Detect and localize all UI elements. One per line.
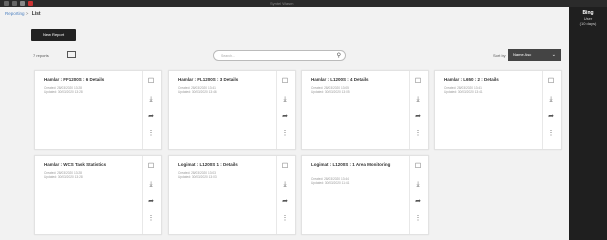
search-icon[interactable]: ⚲ <box>337 52 341 60</box>
edit-icon[interactable]: ☐ <box>278 78 292 86</box>
new-report-button[interactable]: New Report <box>31 29 76 41</box>
edit-icon[interactable]: ☐ <box>144 163 158 171</box>
more-icon[interactable]: ⋮ <box>144 130 158 138</box>
report-updated: Updated: 30/03/2020 13:46 <box>178 90 217 94</box>
card-divider <box>142 156 143 234</box>
report-title[interactable]: Hamlar : L1200S : 4 Details <box>311 77 406 83</box>
share-icon[interactable]: ➦ <box>278 113 292 121</box>
report-card[interactable]: Logimat : L1200S : 1 Area Monitoring Crea… <box>301 155 429 235</box>
report-title[interactable]: Hamlar : WCS Task Statistics <box>44 162 139 168</box>
chevron-down-icon: ⌄ <box>551 52 556 58</box>
app-icon <box>28 1 33 6</box>
report-title[interactable]: Logimat : L1200S : 1 Area Monitoring <box>311 162 406 168</box>
card-divider <box>542 71 543 149</box>
report-updated: Updated: 30/03/2020 13:03 <box>178 175 217 179</box>
report-card[interactable]: Hamlar : L650 : 2 : Details Created: 28/0… <box>434 70 562 150</box>
more-icon[interactable]: ⋮ <box>544 130 558 138</box>
download-icon[interactable]: ⤓ <box>144 96 158 104</box>
report-updated: Updated: 30/03/2020 11:41 <box>311 181 350 185</box>
download-icon[interactable]: ⤓ <box>278 181 292 189</box>
report-count: 7 reports <box>33 53 49 58</box>
user-panel[interactable]: Bing User (10 days) <box>571 8 605 32</box>
download-icon[interactable]: ⤓ <box>144 181 158 189</box>
sort-select[interactable]: Name Asc ⌄ <box>508 49 561 61</box>
share-icon[interactable]: ➦ <box>278 198 292 206</box>
report-updated: Updated: 30/03/2020 13:28 <box>44 175 83 179</box>
edit-icon[interactable]: ☐ <box>411 163 425 171</box>
breadcrumb-separator: > <box>25 11 29 16</box>
window-titlebar: Syntel Wasm <box>0 0 569 7</box>
edit-icon[interactable]: ☐ <box>278 163 292 171</box>
user-line2: (10 days) <box>579 21 597 26</box>
card-divider <box>409 156 410 234</box>
edit-icon[interactable]: ☐ <box>144 78 158 86</box>
share-icon[interactable]: ➦ <box>144 113 158 121</box>
report-updated: Updated: 30/03/2020 13:41 <box>444 90 483 94</box>
report-card[interactable]: Hamlar : FL1200S : 3 Details Created: 28/… <box>168 70 296 150</box>
download-icon[interactable]: ⤓ <box>411 181 425 189</box>
download-icon[interactable]: ⤓ <box>544 96 558 104</box>
search-input[interactable]: Search... ⚲ <box>213 50 346 61</box>
share-icon[interactable]: ➦ <box>411 198 425 206</box>
edit-icon[interactable]: ☐ <box>411 78 425 86</box>
report-title[interactable]: Hamlar : L650 : 2 : Details <box>444 77 539 83</box>
rightbar-top <box>569 0 607 7</box>
more-icon[interactable]: ⋮ <box>278 215 292 223</box>
report-card[interactable]: Hamlar : L1200S : 4 Details Created: 28/0… <box>301 70 429 150</box>
edit-icon[interactable]: ☐ <box>544 78 558 86</box>
more-icon[interactable]: ⋮ <box>144 215 158 223</box>
back-icon[interactable] <box>4 1 9 6</box>
card-divider <box>276 156 277 234</box>
report-card[interactable]: Hamlar : FF1200S : 6 Details Created: 28/… <box>34 70 162 150</box>
right-sidebar: Bing User (10 days) <box>569 0 607 240</box>
report-updated: Updated: 30/03/2020 13:28 <box>44 90 83 94</box>
page-title: List <box>31 11 41 17</box>
card-divider <box>409 71 410 149</box>
window-title: Syntel Wasm <box>270 1 294 6</box>
grid-icon[interactable] <box>20 1 25 6</box>
more-icon[interactable]: ⋮ <box>278 130 292 138</box>
report-updated: Updated: 30/03/2020 13:05 <box>311 90 350 94</box>
breadcrumb: Reporting > List <box>5 11 41 17</box>
report-card[interactable]: Logimat : L1200S 1 : Details Created: 28/… <box>168 155 296 235</box>
breadcrumb-reporting[interactable]: Reporting <box>5 11 25 16</box>
forward-icon[interactable] <box>12 1 17 6</box>
view-toggle-icon[interactable] <box>67 51 76 58</box>
download-icon[interactable]: ⤓ <box>278 96 292 104</box>
sort-label: Sort by <box>493 53 506 58</box>
search-placeholder: Search... <box>221 54 236 58</box>
sort-value: Name Asc <box>513 52 532 57</box>
more-icon[interactable]: ⋮ <box>411 215 425 223</box>
report-card[interactable]: Hamlar : WCS Task Statistics Created: 28/… <box>34 155 162 235</box>
report-title[interactable]: Logimat : L1200S 1 : Details <box>178 162 273 168</box>
download-icon[interactable]: ⤓ <box>411 96 425 104</box>
report-title[interactable]: Hamlar : FL1200S : 3 Details <box>178 77 273 83</box>
report-title[interactable]: Hamlar : FF1200S : 6 Details <box>44 77 139 83</box>
card-divider <box>276 71 277 149</box>
share-icon[interactable]: ➦ <box>544 113 558 121</box>
share-icon[interactable]: ➦ <box>411 113 425 121</box>
share-icon[interactable]: ➦ <box>144 198 158 206</box>
more-icon[interactable]: ⋮ <box>411 130 425 138</box>
card-divider <box>142 71 143 149</box>
